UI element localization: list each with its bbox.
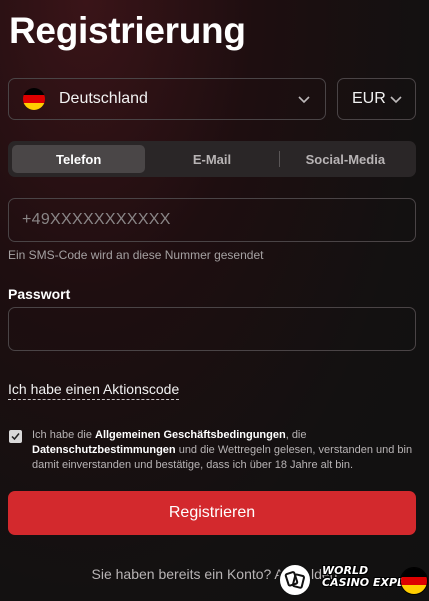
country-select-value: Deutschland — [59, 90, 148, 107]
checkmark-icon — [11, 433, 20, 441]
watermark-logo-icon — [278, 563, 312, 597]
terms-checkbox[interactable] — [9, 430, 22, 443]
registration-method-tabs: Telefon E-Mail Social-Media — [8, 141, 416, 177]
terms-text-part: Ich habe die — [32, 429, 95, 441]
currency-select-value: EUR — [352, 90, 386, 107]
password-input[interactable] — [8, 307, 416, 351]
country-select[interactable]: Deutschland — [8, 78, 326, 120]
currency-select[interactable]: EUR — [337, 78, 416, 120]
terms-link-agb[interactable]: Allgemeinen Geschäftsbedingungen — [95, 429, 286, 441]
phone-input-placeholder: +49XXXXXXXXXXX — [22, 211, 171, 228]
tab-telefon[interactable]: Telefon — [12, 145, 146, 173]
chevron-down-icon — [390, 96, 402, 104]
germany-flag-icon — [23, 88, 45, 110]
promo-code-toggle[interactable]: Ich habe einen Aktionscode — [8, 381, 180, 400]
phone-hint: Ein SMS-Code wird an diese Nummer gesend… — [8, 248, 264, 262]
tab-email[interactable]: E-Mail — [145, 145, 278, 173]
germany-flag-icon — [400, 567, 428, 595]
password-label: Passwort — [8, 286, 71, 302]
terms-text-part: , die — [285, 429, 307, 441]
chevron-down-icon — [298, 96, 310, 104]
phone-input[interactable]: +49XXXXXXXXXXX — [8, 198, 416, 242]
tab-social-media[interactable]: Social-Media — [278, 145, 412, 173]
terms-text: Ich habe die Allgemeinen Geschäftsbeding… — [32, 428, 416, 473]
terms-link-privacy[interactable]: Datenschutzbestimmungen — [32, 444, 176, 456]
page-title: Registrierung — [9, 10, 246, 51]
register-button[interactable]: Registrieren — [8, 491, 416, 535]
